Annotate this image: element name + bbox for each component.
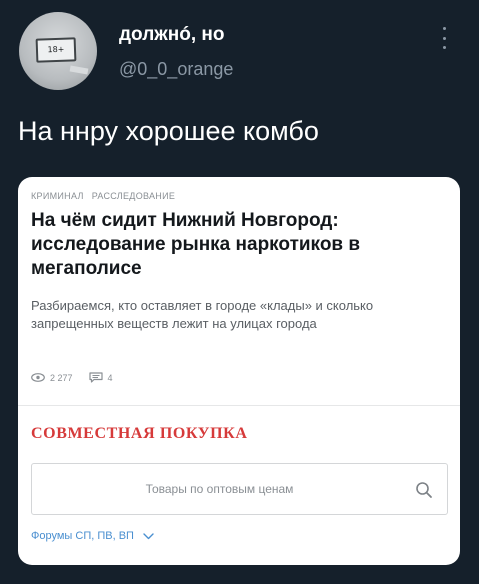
section-title[interactable]: СОВМЕСТНАЯ ПОКУПКА xyxy=(31,425,248,443)
views-count: 2 277 xyxy=(50,373,73,383)
avatar-plate: 18+ xyxy=(35,37,77,63)
display-name[interactable]: должнó, но xyxy=(119,24,224,46)
comments-count: 4 xyxy=(107,373,113,383)
avatar-plate-text: 18+ xyxy=(47,44,65,55)
tag-investigation[interactable]: РАССЛЕДОВАНИЕ xyxy=(92,191,176,201)
forums-dropdown[interactable]: Форумы СП, ПВ, ВП xyxy=(31,530,154,542)
search-placeholder: Товары по оптовым ценам xyxy=(145,482,294,496)
card-tags: КРИМИНАЛ РАССЛЕДОВАНИЕ xyxy=(31,191,183,201)
chevron-down-icon xyxy=(143,532,154,539)
avatar-mark xyxy=(69,65,89,75)
tag-crime[interactable]: КРИМИНАЛ xyxy=(31,191,84,201)
tweet-text: На ннру хорошее комбо xyxy=(18,116,319,146)
card-title[interactable]: На чём сидит Нижний Новгород: исследован… xyxy=(31,209,426,281)
search-input[interactable]: Товары по оптовым ценам xyxy=(31,463,448,515)
link-card[interactable]: КРИМИНАЛ РАССЛЕДОВАНИЕ На чём сидит Нижни… xyxy=(18,177,460,565)
comment-icon xyxy=(88,371,103,385)
card-description: Разбираемся, кто оставляет в городе «кла… xyxy=(31,298,374,331)
card-stats: 2 277 4 xyxy=(31,371,129,385)
forums-label: Форумы СП, ПВ, ВП xyxy=(31,530,134,542)
more-vertical-icon[interactable] xyxy=(439,27,449,49)
search-icon[interactable] xyxy=(415,481,433,499)
tweet-header: 18+ должнó, но @0_0_orange xyxy=(0,0,479,100)
card-divider xyxy=(18,405,460,406)
user-handle[interactable]: @0_0_orange xyxy=(119,59,233,80)
avatar[interactable]: 18+ xyxy=(19,12,97,90)
eye-icon xyxy=(31,372,45,384)
